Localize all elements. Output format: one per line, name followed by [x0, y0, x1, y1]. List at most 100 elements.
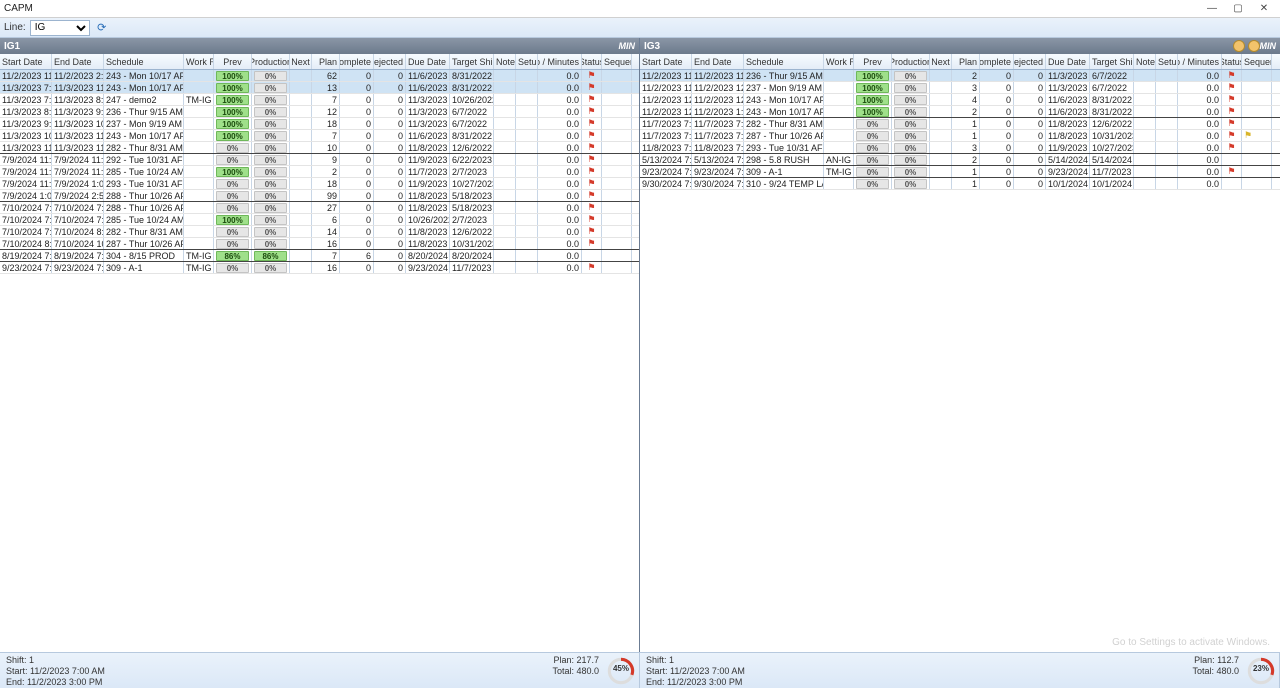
table-row[interactable]: 11/3/2023 11:20 AM11/3/2023 11:56 AM282 … [0, 142, 639, 154]
table-row[interactable]: 7/10/2024 7:00 AM7/10/2024 7:37 AM288 - … [0, 202, 639, 214]
grid-header: Start DateEnd DateScheduleWork RoutePrev… [640, 54, 1280, 70]
col-header[interactable]: Setup [1156, 54, 1178, 69]
table-row[interactable]: 7/9/2024 1:00 PM7/9/2024 2:58 PM288 - Th… [0, 190, 639, 202]
prod-pct: 0% [894, 119, 927, 129]
flag-icon: ⚑ [587, 94, 595, 105]
col-header[interactable]: Notes [1134, 54, 1156, 69]
col-header[interactable]: Work Route [824, 54, 854, 69]
col-header[interactable]: Schedule [744, 54, 824, 69]
col-header[interactable]: Complete [980, 54, 1014, 69]
table-row[interactable]: 11/2/2023 11:39 AM11/2/2023 12:06 PM237 … [640, 82, 1280, 94]
flag-icon: ⚑ [587, 130, 595, 141]
col-header[interactable]: Notes [494, 54, 516, 69]
panel-badge: MIN [619, 41, 636, 51]
table-row[interactable]: 11/2/2023 11:20 AM11/2/2023 11:39 AM236 … [640, 70, 1280, 82]
prod-pct: 0% [254, 95, 287, 105]
panel-icon[interactable] [1233, 40, 1245, 52]
table-row[interactable]: 11/3/2023 7:42 AM11/3/2023 8:24 AM247 - … [0, 94, 639, 106]
table-row[interactable]: 11/2/2023 11:21 AM11/2/2023 2:59 PM243 -… [0, 70, 639, 82]
prev-pct: 0% [856, 143, 889, 153]
col-header[interactable]: Due Date [1046, 54, 1090, 69]
table-row[interactable]: 7/10/2024 7:37 AM7/10/2024 7:41 AM285 - … [0, 214, 639, 226]
table-row[interactable]: 7/9/2024 11:24 AM7/9/2024 11:30 AM292 - … [0, 154, 639, 166]
table-row[interactable]: 5/13/2024 7:00 AM5/13/2024 7:00 AM298 - … [640, 154, 1280, 166]
prod-pct: 0% [254, 155, 287, 165]
col-header[interactable]: Status [582, 54, 602, 69]
table-row[interactable]: 11/3/2023 10:52 AM11/3/2023 11:13 AM243 … [0, 130, 639, 142]
prev-pct: 100% [856, 83, 889, 93]
refresh-icon[interactable]: ⟳ [94, 20, 110, 36]
table-row[interactable]: 11/3/2023 9:31 AM11/3/2023 10:52 AM237 -… [0, 118, 639, 130]
close-button[interactable]: ✕ [1252, 2, 1276, 16]
flag-icon: ⚑ [587, 226, 595, 237]
line-select[interactable]: IG [30, 20, 90, 36]
prev-pct: 0% [216, 239, 249, 249]
minimize-button[interactable]: — [1200, 2, 1224, 16]
flag-icon: ⚑ [587, 70, 595, 81]
table-row[interactable]: 7/9/2024 11:30 AM7/9/2024 11:40 AM285 - … [0, 166, 639, 178]
col-header[interactable]: Next [290, 54, 312, 69]
col-header[interactable]: End Date [52, 54, 104, 69]
col-header[interactable]: Status [1222, 54, 1242, 69]
table-row[interactable]: 9/23/2024 7:00 AM9/23/2024 7:00 AM309 - … [640, 166, 1280, 178]
table-row[interactable]: 11/2/2023 12:06 PM11/2/2023 12:49 PM243 … [640, 94, 1280, 106]
prev-pct: 0% [856, 119, 889, 129]
table-row[interactable]: 8/19/2024 7:00 AM8/19/2024 7:00 AM304 - … [0, 250, 639, 262]
col-header[interactable]: Next [930, 54, 952, 69]
table-row[interactable]: 7/9/2024 11:40 AM7/9/2024 1:00 PM293 - T… [0, 178, 639, 190]
col-header[interactable]: End Date [692, 54, 744, 69]
col-header[interactable]: Sequence [602, 54, 632, 69]
flag-icon: ⚑ [587, 178, 595, 189]
col-header[interactable]: Target Ship D [450, 54, 494, 69]
flag-icon: ⚑ [587, 214, 595, 225]
prod-pct: 0% [254, 263, 287, 273]
panel-icon[interactable] [1248, 40, 1260, 52]
table-row[interactable]: 9/23/2024 7:00 AM9/23/2024 7:00 AM309 - … [0, 262, 639, 274]
col-header[interactable]: Prev [214, 54, 252, 69]
table-row[interactable]: 9/30/2024 7:00 AM9/30/2024 7:00 AM310 - … [640, 178, 1280, 190]
col-header[interactable]: Prev [854, 54, 892, 69]
table-row[interactable]: 11/2/2023 12:49 PM11/2/2023 1:12 PM243 -… [640, 106, 1280, 118]
col-header[interactable]: Rejected [374, 54, 406, 69]
col-header[interactable]: Setup / Minutes [538, 54, 582, 69]
col-header[interactable]: Setup / Minutes [1178, 54, 1222, 69]
prev-pct: 0% [216, 203, 249, 213]
prod-pct: 0% [894, 155, 927, 165]
col-header[interactable]: Due Date [406, 54, 450, 69]
prev-pct: 100% [856, 71, 889, 81]
col-header[interactable]: Sequence [1242, 54, 1272, 69]
table-row[interactable]: 7/10/2024 8:52 AM7/10/2024 10:11 AM287 -… [0, 238, 639, 250]
col-header[interactable]: Rejected [1014, 54, 1046, 69]
prev-pct: 100% [856, 95, 889, 105]
table-row[interactable]: 7/10/2024 7:41 AM7/10/2024 8:52 AM282 - … [0, 226, 639, 238]
prod-pct: 0% [254, 239, 287, 249]
col-header[interactable]: Production [892, 54, 930, 69]
prev-pct: 100% [216, 215, 249, 225]
flag-icon: ⚑ [587, 190, 595, 201]
col-header[interactable]: Production [252, 54, 290, 69]
table-row[interactable]: 11/7/2023 7:06 AM11/7/2023 7:15 AM287 - … [640, 130, 1280, 142]
end-label: End: 11/2/2023 3:00 PM [646, 677, 745, 687]
col-header[interactable]: Start Date [640, 54, 692, 69]
shift-label: Shift: 1 [6, 655, 105, 665]
prev-pct: 100% [216, 131, 249, 141]
panel-header: IG1MIN [0, 38, 639, 54]
prev-pct: 100% [216, 107, 249, 117]
col-header[interactable]: Plan [312, 54, 340, 69]
col-header[interactable]: Complete [340, 54, 374, 69]
col-header[interactable]: Schedule [104, 54, 184, 69]
table-row[interactable]: 11/3/2023 8:24 AM11/3/2023 9:31 AM236 - … [0, 106, 639, 118]
col-header[interactable]: Setup [516, 54, 538, 69]
prev-pct: 86% [216, 251, 249, 261]
prev-pct: 0% [856, 179, 889, 189]
col-header[interactable]: Work Route [184, 54, 214, 69]
prev-pct: 0% [216, 179, 249, 189]
col-header[interactable]: Plan [952, 54, 980, 69]
table-row[interactable]: 11/3/2023 7:00 AM11/3/2023 11:20 AM243 -… [0, 82, 639, 94]
maximize-button[interactable]: ▢ [1226, 2, 1250, 16]
start-label: Start: 11/2/2023 7:00 AM [6, 666, 105, 676]
col-header[interactable]: Target Ship D [1090, 54, 1134, 69]
table-row[interactable]: 11/7/2023 7:00 AM11/7/2023 7:06 AM282 - … [640, 118, 1280, 130]
table-row[interactable]: 11/8/2023 7:00 AM11/8/2023 7:27 AM293 - … [640, 142, 1280, 154]
col-header[interactable]: Start Date [0, 54, 52, 69]
